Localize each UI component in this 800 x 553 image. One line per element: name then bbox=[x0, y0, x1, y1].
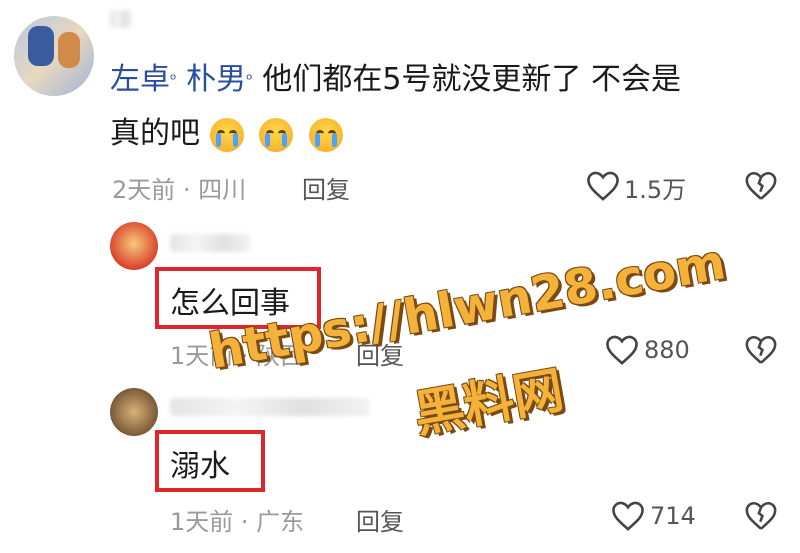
search-icon: ᵒ bbox=[246, 70, 253, 89]
reply-meta: 1天前 · 广东 bbox=[170, 508, 305, 536]
crying-emoji-icon bbox=[259, 117, 294, 152]
broken-heart-icon[interactable] bbox=[744, 500, 778, 532]
username-blurred bbox=[170, 398, 370, 416]
comment-body: 真的吧 bbox=[110, 116, 200, 151]
crying-emoji-icon bbox=[308, 117, 343, 152]
heart-icon[interactable] bbox=[604, 334, 640, 366]
like-count: 1.5万 bbox=[624, 176, 687, 204]
comment-meta: 2天前 · 四川 bbox=[112, 176, 247, 204]
reply-text: 溺水 bbox=[170, 449, 230, 484]
reply-button[interactable]: 回复 bbox=[302, 170, 350, 205]
username-blurred bbox=[110, 10, 132, 28]
crying-emoji-icon bbox=[209, 117, 244, 152]
search-icon: ᵒ bbox=[170, 70, 177, 89]
like-count: 880 bbox=[644, 336, 690, 364]
broken-heart-icon[interactable] bbox=[744, 334, 778, 366]
comment-text-line2: 真的吧 bbox=[110, 112, 349, 156]
broken-heart-icon[interactable] bbox=[744, 170, 778, 202]
avatar[interactable] bbox=[110, 388, 158, 436]
heart-icon[interactable] bbox=[610, 500, 646, 532]
avatar[interactable] bbox=[110, 222, 158, 270]
mention-link[interactable]: 朴男 bbox=[186, 62, 246, 97]
username-blurred bbox=[170, 234, 250, 252]
comment-body: 他们都在5号就没更新了 不会是 bbox=[262, 62, 681, 97]
reply-button[interactable]: 回复 bbox=[356, 502, 404, 537]
avatar[interactable] bbox=[14, 16, 94, 96]
comment-text: 左卓ᵒ 朴男ᵒ 他们都在5号就没更新了 不会是 bbox=[110, 58, 681, 102]
mention-link[interactable]: 左卓 bbox=[110, 62, 170, 97]
watermark-name: 黑料网 bbox=[409, 360, 568, 444]
like-count: 714 bbox=[650, 502, 696, 530]
heart-icon[interactable] bbox=[585, 170, 621, 202]
